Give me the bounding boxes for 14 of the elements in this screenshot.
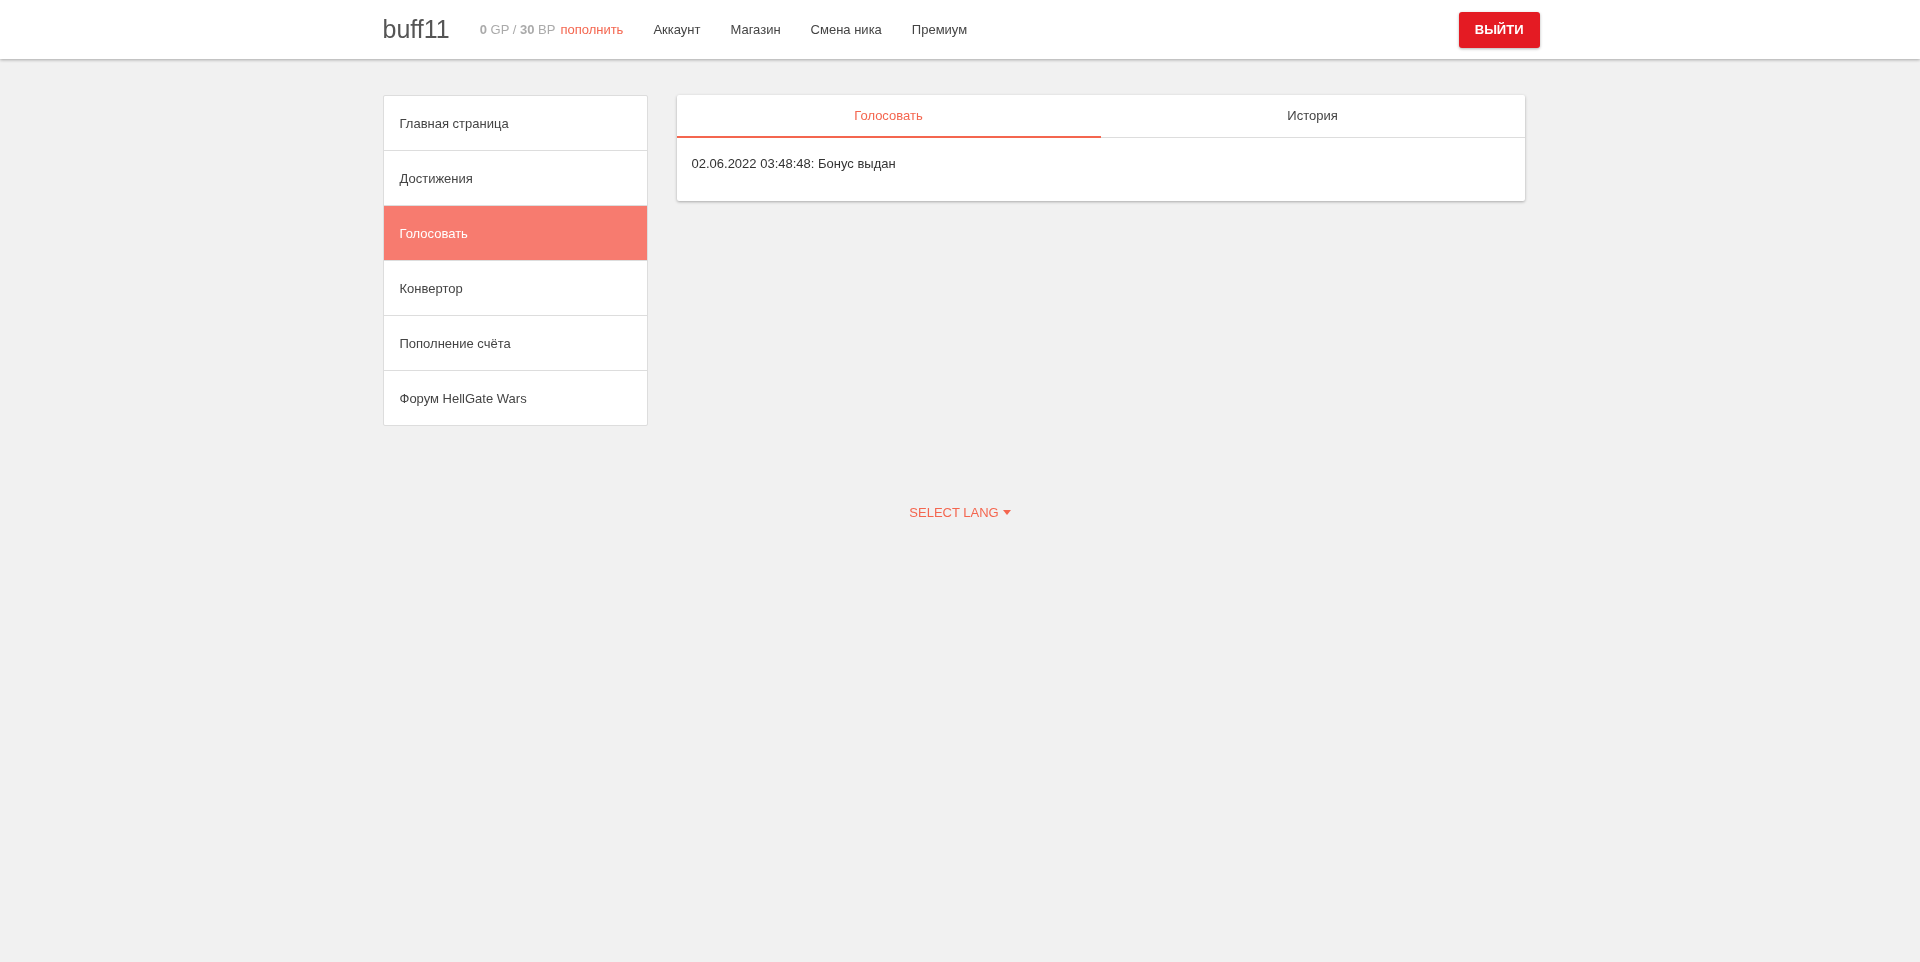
sidebar-item[interactable]: Пополнение счёта — [383, 315, 647, 370]
balance-text: 0 GP / 30 BP — [479, 22, 556, 37]
nav-link[interactable]: Аккаунт — [653, 22, 701, 37]
tab[interactable]: История — [1100, 95, 1525, 138]
sidebar-item[interactable]: Главная страница — [383, 96, 647, 150]
log-entry: 02.06.2022 03:48:48: Бонус выдан — [691, 156, 897, 171]
sidebar-item[interactable]: Форум HellGate Wars — [383, 370, 647, 425]
username: buff11 — [382, 15, 450, 44]
logout-button[interactable]: ВЫЙТИ — [1458, 11, 1540, 48]
nav-link[interactable]: Смена ника — [810, 22, 882, 37]
nav-link[interactable]: Премиум — [911, 22, 968, 37]
caret-icon — [1002, 510, 1011, 515]
sidebar-item[interactable]: Конвертор — [383, 260, 647, 315]
nav-link[interactable]: Магазин — [730, 22, 781, 37]
